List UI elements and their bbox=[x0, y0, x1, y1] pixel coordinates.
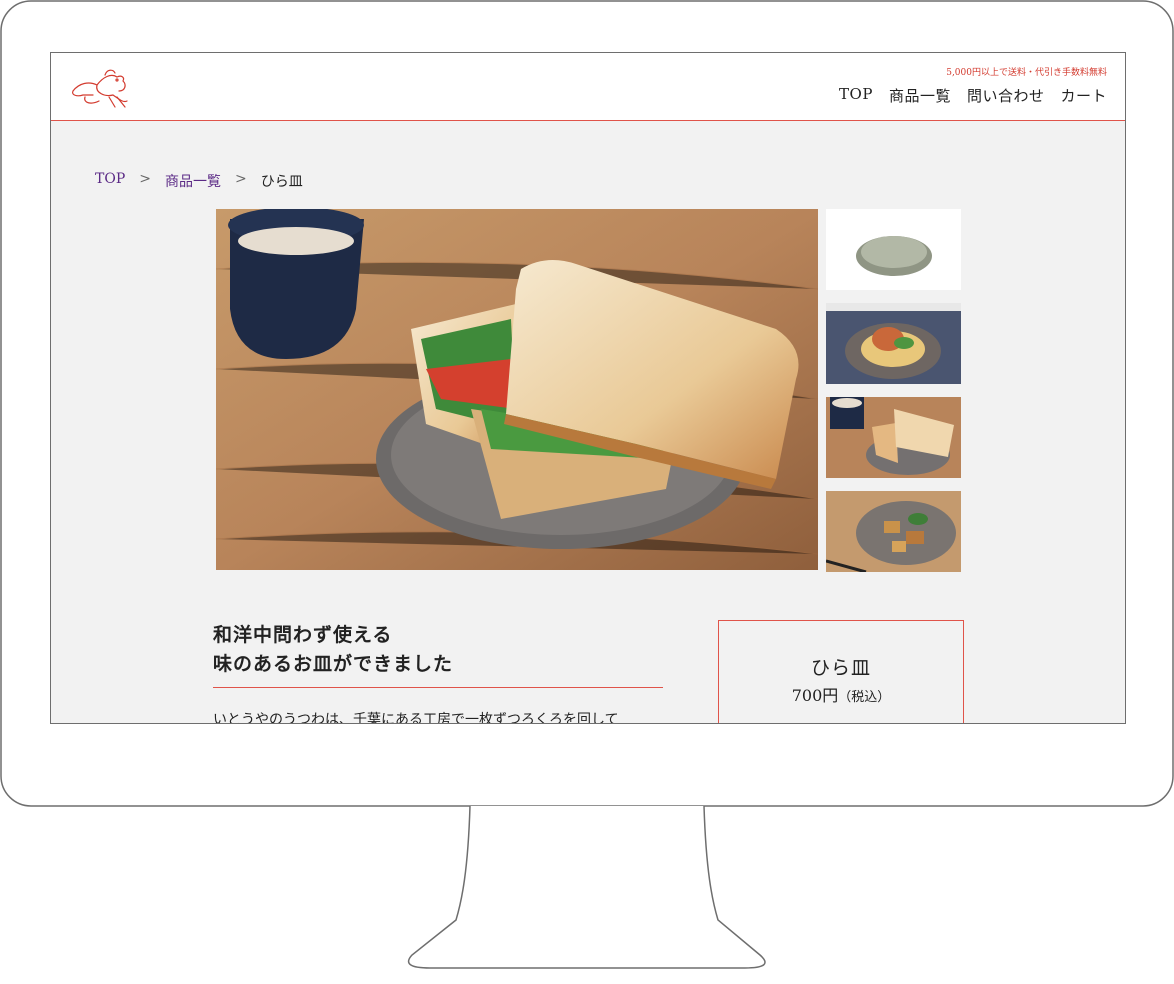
lead-heading-line1: 和洋中問わず使える bbox=[213, 624, 393, 646]
price-value: 700円 bbox=[791, 686, 839, 705]
browser-screen: 5,000円以上で送料・代引き手数料無料 TOP 商品一覧 問い合わせ カート … bbox=[50, 52, 1126, 724]
nav-cart[interactable]: カート bbox=[1060, 85, 1107, 106]
thumbnail-plate[interactable] bbox=[826, 209, 961, 290]
nav-products[interactable]: 商品一覧 bbox=[889, 85, 951, 106]
tax-note: （税込） bbox=[838, 690, 891, 705]
product-price: 700円（税込） bbox=[719, 682, 963, 706]
thumbnail-sandwich[interactable] bbox=[826, 397, 961, 478]
breadcrumb: TOP > 商品一覧 > ひら皿 bbox=[95, 171, 303, 191]
lead-body-text: いとうやのうつわは、千葉にある工房で一枚ずつろくろを回して bbox=[213, 712, 619, 724]
lead-heading: 和洋中問わず使える 味のあるお皿ができました bbox=[213, 621, 663, 688]
price-box: ひら皿 700円（税込） bbox=[718, 620, 964, 723]
main-product-image bbox=[216, 209, 818, 570]
thumbnail-stirfry[interactable] bbox=[826, 491, 961, 572]
breadcrumb-top[interactable]: TOP bbox=[95, 171, 125, 191]
breadcrumb-separator: > bbox=[234, 171, 247, 187]
thumbnail-pasta[interactable] bbox=[826, 303, 961, 384]
dog-logo-icon[interactable] bbox=[65, 63, 135, 111]
global-nav: TOP 商品一覧 問い合わせ カート bbox=[839, 85, 1107, 106]
free-shipping-note: 5,000円以上で送料・代引き手数料無料 bbox=[946, 68, 1107, 78]
nav-contact[interactable]: 問い合わせ bbox=[967, 85, 1045, 106]
breadcrumb-current: ひら皿 bbox=[260, 174, 303, 190]
breadcrumb-separator: > bbox=[139, 171, 151, 187]
lead-heading-line2: 味のあるお皿ができました bbox=[213, 653, 454, 675]
breadcrumb-products[interactable]: 商品一覧 bbox=[165, 171, 221, 191]
product-name: ひら皿 bbox=[810, 657, 871, 679]
nav-top[interactable]: TOP bbox=[839, 85, 873, 106]
site-header: 5,000円以上で送料・代引き手数料無料 TOP 商品一覧 問い合わせ カート bbox=[51, 53, 1125, 121]
